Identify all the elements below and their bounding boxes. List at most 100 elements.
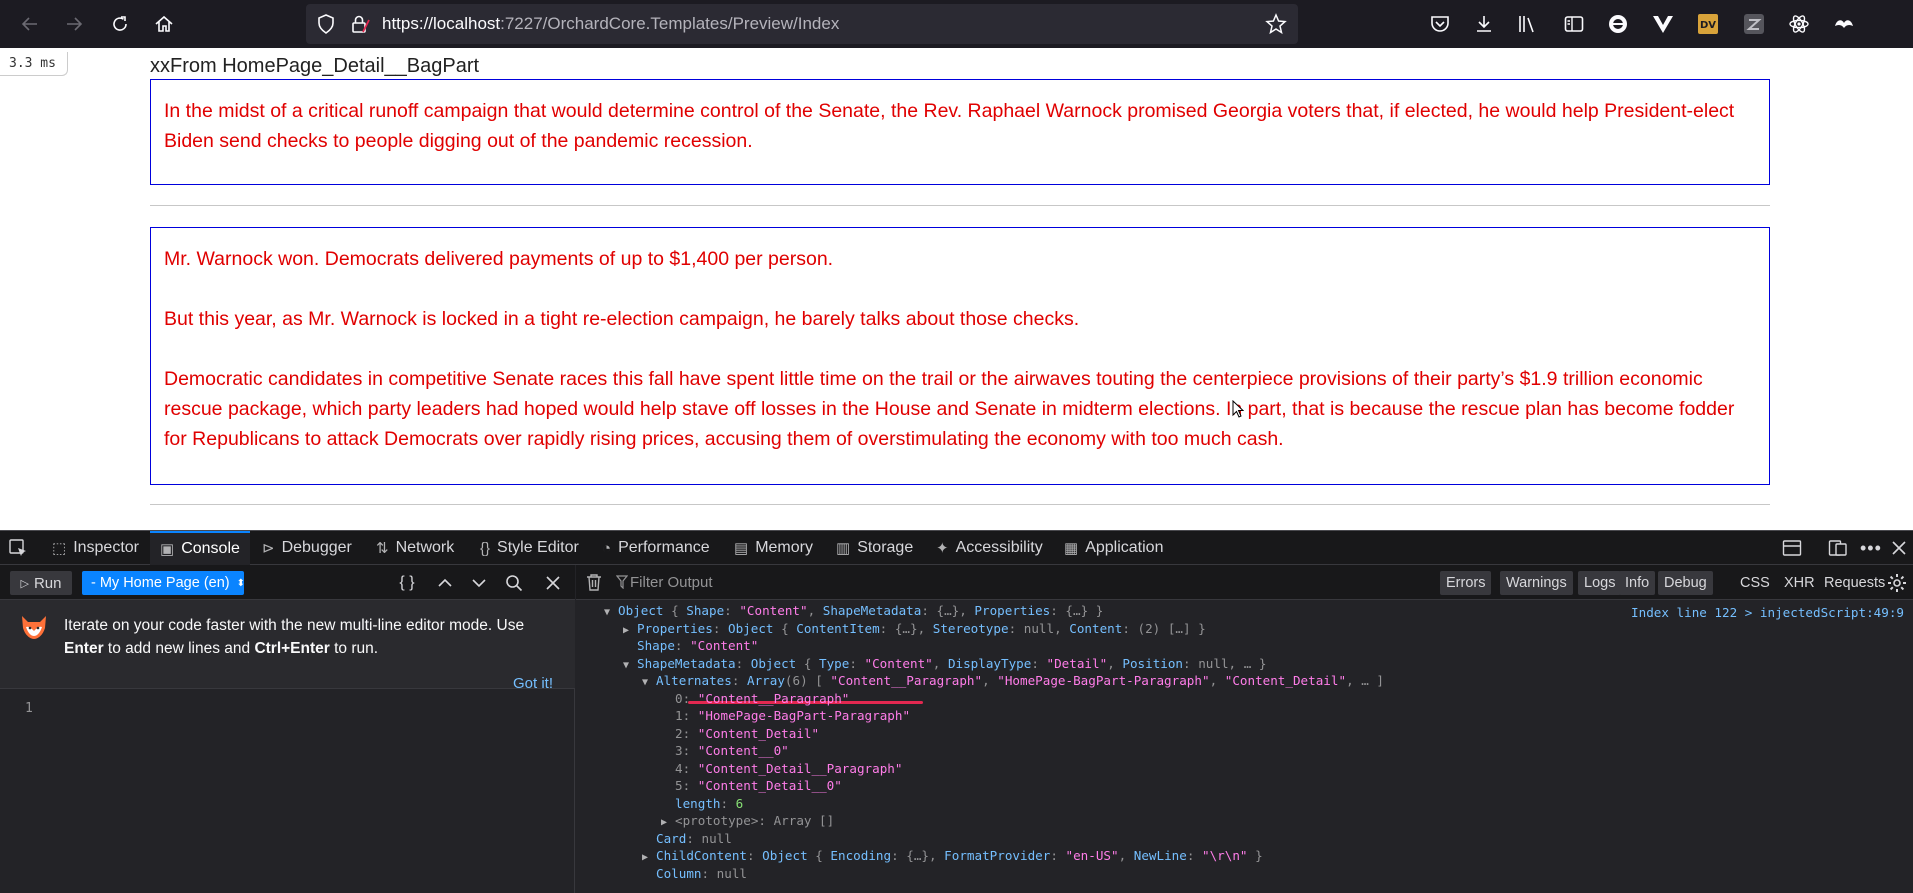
address-bar[interactable]: https://localhost:7227/OrchardCore.Templ… <box>306 4 1298 44</box>
tab-application[interactable]: ▦ Application <box>1064 531 1163 565</box>
forward-icon[interactable] <box>60 10 88 38</box>
tab-performance[interactable]: ◔ Performance <box>602 531 710 565</box>
library-icon[interactable] <box>1516 12 1540 36</box>
tab-network[interactable]: ⇅ Network <box>376 531 454 565</box>
source-location-link[interactable]: Index line 122 > injectedScript:49:9 <box>1631 604 1904 622</box>
debugger-icon: ⊳ <box>262 540 275 557</box>
filter-logs-button[interactable]: Logs <box>1578 571 1622 595</box>
got-it-link[interactable]: Got it! <box>513 675 553 692</box>
console-token: , <box>1209 673 1225 688</box>
console-token: } <box>1247 848 1263 863</box>
play-icon: ▷ <box>20 577 29 590</box>
tab-style-editor[interactable]: {} Style Editor <box>480 531 579 565</box>
console-token: : <box>735 655 751 671</box>
console-settings-icon[interactable] <box>1887 573 1907 598</box>
tab-accessibility[interactable]: ✦ Accessibility <box>936 531 1043 565</box>
context-selector[interactable]: - My Home Page (en) ⬍ <box>82 571 245 595</box>
z-extension-icon[interactable] <box>1742 12 1766 36</box>
clear-console-icon[interactable] <box>586 573 602 595</box>
inspector-icon: ⬚ <box>52 540 67 557</box>
account-icon[interactable] <box>1606 12 1630 36</box>
vue-extension-icon[interactable] <box>1651 12 1675 36</box>
filter-info-button[interactable]: Info <box>1619 571 1656 595</box>
console-filter-bar: Filter Output Errors Warnings Logs Info … <box>576 565 1913 600</box>
console-tree-row: length: 6 <box>661 795 743 813</box>
console-tree-row: Shape: "Content" <box>623 637 758 655</box>
console-token: Type <box>819 655 850 671</box>
console-token: : null <box>701 865 748 881</box>
home-icon[interactable] <box>150 10 178 38</box>
downloads-icon[interactable] <box>1472 12 1496 36</box>
console-tree-row: Column: null <box>642 865 747 883</box>
bookmark-star-icon[interactable] <box>1264 12 1288 36</box>
run-button[interactable]: ▷ Run <box>10 571 72 595</box>
expanded-arrow-icon[interactable]: ▼ <box>642 674 656 692</box>
filter-xhr-button[interactable]: XHR <box>1778 571 1821 595</box>
console-object-tree: Index line 122 > injectedScript:49:9 ▼ Ob… <box>576 600 1913 893</box>
lock-warning-icon[interactable] <box>348 12 372 36</box>
console-tree-row: 4: "Content_Detail__Paragraph" <box>661 760 902 778</box>
reverse-search-icon[interactable] <box>502 571 526 595</box>
storage-icon: ▥ <box>836 540 851 557</box>
close-devtools-icon[interactable] <box>1892 531 1906 565</box>
timing-badge[interactable]: 3.3 ms <box>0 52 68 76</box>
tab-inspector[interactable]: ⬚ Inspector <box>52 531 139 565</box>
history-down-icon[interactable] <box>467 571 491 595</box>
reload-icon[interactable] <box>106 10 134 38</box>
history-up-icon[interactable] <box>433 571 457 595</box>
style-editor-icon: {} <box>480 539 491 557</box>
more-options-icon[interactable]: ••• <box>1860 531 1882 565</box>
console-token: NewLine <box>1133 848 1187 863</box>
pretty-print-icon[interactable]: { } <box>395 571 419 595</box>
toggle-split-console-icon[interactable] <box>1782 531 1802 565</box>
console-token: Object <box>728 620 782 636</box>
tab-memory[interactable]: ▤ Memory <box>734 531 813 565</box>
console-token: "Content" <box>864 655 933 671</box>
console-tree-row: 5: "Content_Detail__0" <box>661 777 842 795</box>
dock-options-icon[interactable] <box>1828 531 1848 565</box>
accessibility-icon: ✦ <box>936 540 949 557</box>
extension-icon[interactable] <box>1832 12 1856 36</box>
filter-css-button[interactable]: CSS <box>1734 571 1776 595</box>
divider <box>150 205 1770 206</box>
element-picker-icon[interactable] <box>8 531 28 565</box>
console-token: : <box>1031 655 1047 671</box>
console-token: : <box>712 620 728 636</box>
console-token: , <box>982 673 998 688</box>
back-icon[interactable] <box>16 10 44 38</box>
console-token: : <box>1050 848 1066 863</box>
console-token: null <box>1198 655 1229 671</box>
filter-warnings-button[interactable]: Warnings <box>1500 571 1573 595</box>
shield-icon[interactable] <box>314 12 338 36</box>
filter-errors-button[interactable]: Errors <box>1440 571 1492 595</box>
url-text[interactable]: https://localhost:7227/OrchardCore.Templ… <box>382 14 839 34</box>
console-token: ChildContent <box>656 848 747 863</box>
console-token: Card <box>656 830 687 846</box>
filter-output-input[interactable]: Filter Output <box>630 574 713 591</box>
tab-console[interactable]: ▣ Console <box>150 531 250 565</box>
tab-storage[interactable]: ▥ Storage <box>836 531 913 565</box>
console-token: { <box>815 848 831 863</box>
console-token: Content <box>1069 620 1123 636</box>
console-token: Properties <box>637 620 713 636</box>
sidebar-icon[interactable] <box>1562 12 1586 36</box>
filter-debug-button[interactable]: Debug <box>1658 571 1713 595</box>
dv-extension-icon[interactable]: DV <box>1696 12 1720 36</box>
tab-debugger[interactable]: ⊳ Debugger <box>262 531 352 565</box>
devtools-tabbar: ⬚ Inspector ▣ Console ⊳ Debugger ⇅ Network {… <box>0 530 1913 565</box>
paragraph-text: Mr. Warnock won. Democrats delivered pay… <box>164 248 834 270</box>
pocket-icon[interactable] <box>1428 12 1452 36</box>
expanded-arrow-icon[interactable]: ▼ <box>604 604 618 622</box>
console-token: 1: <box>675 708 698 723</box>
console-token: : <box>720 795 736 811</box>
console-token: Shape <box>637 638 675 653</box>
console-token: "Content_Detail" <box>697 725 820 741</box>
filter-requests-button[interactable]: Requests <box>1818 571 1891 595</box>
console-token: "Content" <box>739 603 808 618</box>
react-extension-icon[interactable] <box>1787 12 1811 36</box>
close-editor-icon[interactable] <box>541 571 565 595</box>
console-token: <prototype>: Array [] <box>675 813 835 828</box>
expanded-arrow-icon[interactable]: ▼ <box>623 657 637 675</box>
divider <box>150 504 1770 505</box>
console-token: 3: <box>675 743 698 758</box>
